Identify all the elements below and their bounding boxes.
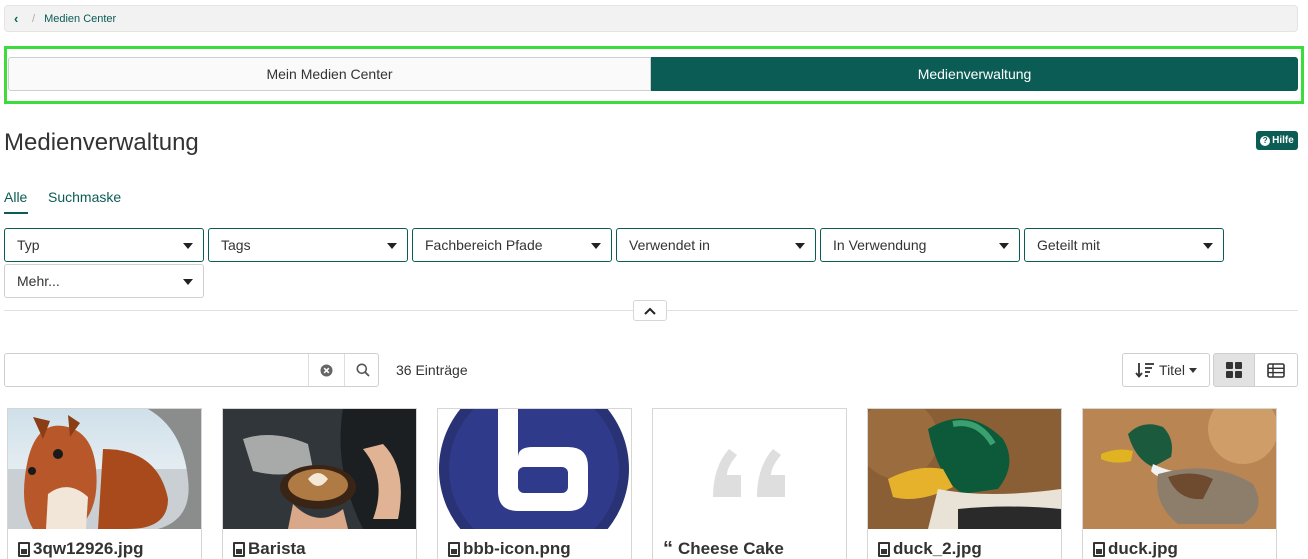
help-label: Hilfe bbox=[1272, 135, 1294, 146]
filter-type[interactable]: Typ bbox=[4, 228, 204, 262]
caret-down-icon bbox=[795, 243, 805, 249]
search-input[interactable] bbox=[5, 354, 305, 386]
filter-label: Typ bbox=[17, 237, 40, 253]
filter-label: Verwendet in bbox=[629, 237, 710, 253]
card-title[interactable]: duck_2.jpg bbox=[878, 539, 982, 559]
card-title-text: 3qw12926.jpg bbox=[33, 539, 144, 558]
squirrel-image bbox=[8, 409, 201, 529]
chevron-left-icon[interactable]: ‹ bbox=[14, 11, 26, 26]
search-field[interactable] bbox=[4, 353, 379, 387]
thumbnail-quote bbox=[653, 409, 846, 529]
caret-down-icon bbox=[591, 243, 601, 249]
breadcrumb-separator: / bbox=[32, 12, 36, 25]
grid-icon bbox=[1226, 362, 1242, 378]
filter-used-in[interactable]: Verwendet in bbox=[616, 228, 816, 262]
card-title[interactable]: “ Cheese Cake bbox=[663, 539, 784, 559]
card-title-text: Cheese Cake bbox=[678, 539, 784, 558]
quote-placeholder-image bbox=[713, 449, 785, 497]
media-card[interactable]: “ Cheese Cake bbox=[652, 408, 847, 559]
image-file-icon bbox=[1093, 541, 1105, 557]
card-title-text: bbb-icon.png bbox=[463, 539, 571, 558]
filter-in-use[interactable]: In Verwendung bbox=[820, 228, 1020, 262]
duck-image bbox=[1083, 409, 1276, 529]
caret-down-icon bbox=[183, 279, 193, 285]
image-file-icon bbox=[18, 541, 30, 557]
thumbnail-duck bbox=[1083, 409, 1276, 529]
breadcrumb-item-current[interactable]: Medien Center bbox=[44, 13, 116, 25]
card-title-text: Barista bbox=[248, 539, 306, 558]
sort-button[interactable]: Titel bbox=[1122, 353, 1210, 387]
breadcrumb: ‹ / Medien Center bbox=[4, 5, 1298, 32]
thumbnail-squirrel bbox=[8, 409, 201, 529]
caret-down-icon bbox=[1188, 367, 1197, 373]
quote-icon: “ bbox=[663, 538, 673, 559]
thumbnail-duck-2 bbox=[868, 409, 1061, 529]
question-icon: ? bbox=[1260, 135, 1271, 146]
tab-all[interactable]: Alle bbox=[4, 189, 27, 205]
results-count: 36 Einträge bbox=[396, 362, 468, 378]
help-button[interactable]: ? Hilfe bbox=[1256, 131, 1298, 150]
card-title-text: duck.jpg bbox=[1108, 539, 1178, 558]
card-title[interactable]: 3qw12926.jpg bbox=[18, 539, 144, 559]
filter-tags[interactable]: Tags bbox=[208, 228, 408, 262]
media-card[interactable]: bbb-icon.png bbox=[437, 408, 632, 559]
filter-label: Fachbereich Pfade bbox=[425, 237, 543, 253]
clear-search-button[interactable] bbox=[308, 354, 344, 386]
segment-my-media-center[interactable]: Mein Medien Center bbox=[8, 57, 651, 91]
card-title[interactable]: Barista bbox=[233, 539, 306, 559]
filter-label: Mehr... bbox=[17, 273, 60, 289]
table-icon bbox=[1267, 362, 1285, 378]
card-title-text: duck_2.jpg bbox=[893, 539, 982, 558]
search-button[interactable] bbox=[344, 354, 380, 386]
filter-label: Tags bbox=[221, 237, 251, 253]
page-title: Medienverwaltung bbox=[4, 129, 199, 156]
image-file-icon bbox=[448, 541, 460, 557]
filter-subject-paths[interactable]: Fachbereich Pfade bbox=[412, 228, 612, 262]
media-card[interactable]: 3qw12926.jpg bbox=[7, 408, 202, 559]
caret-down-icon bbox=[387, 243, 397, 249]
chevron-up-icon bbox=[644, 307, 656, 315]
caret-down-icon bbox=[999, 243, 1009, 249]
tab-search-form[interactable]: Suchmaske bbox=[48, 189, 121, 205]
filter-label: Geteilt mit bbox=[1037, 237, 1101, 253]
media-card[interactable]: duck.jpg bbox=[1082, 408, 1277, 559]
thumbnail-barista bbox=[223, 409, 416, 529]
duck-image bbox=[868, 409, 1061, 529]
segment-media-management[interactable]: Medienverwaltung bbox=[651, 57, 1298, 91]
grid-view-button[interactable] bbox=[1213, 353, 1255, 387]
bbb-logo-image bbox=[439, 409, 629, 529]
barista-image bbox=[223, 409, 416, 529]
media-card[interactable]: Barista bbox=[222, 408, 417, 559]
filter-label: In Verwendung bbox=[833, 237, 927, 253]
media-card[interactable]: duck_2.jpg bbox=[867, 408, 1062, 559]
card-title[interactable]: bbb-icon.png bbox=[448, 539, 571, 559]
search-icon bbox=[356, 363, 370, 377]
clear-icon bbox=[320, 364, 333, 376]
caret-down-icon bbox=[1203, 243, 1213, 249]
filter-shared-with[interactable]: Geteilt mit bbox=[1024, 228, 1224, 262]
thumbnail-bbb-icon bbox=[438, 409, 631, 529]
tab-active-indicator bbox=[4, 212, 28, 214]
sort-icon bbox=[1135, 363, 1155, 378]
caret-down-icon bbox=[183, 243, 193, 249]
image-file-icon bbox=[233, 541, 245, 557]
image-file-icon bbox=[878, 541, 890, 557]
collapse-filters-button[interactable] bbox=[633, 300, 667, 321]
filter-more[interactable]: Mehr... bbox=[4, 264, 204, 298]
sort-label: Titel bbox=[1159, 362, 1185, 378]
list-view-button[interactable] bbox=[1254, 353, 1298, 387]
card-title[interactable]: duck.jpg bbox=[1093, 539, 1178, 559]
